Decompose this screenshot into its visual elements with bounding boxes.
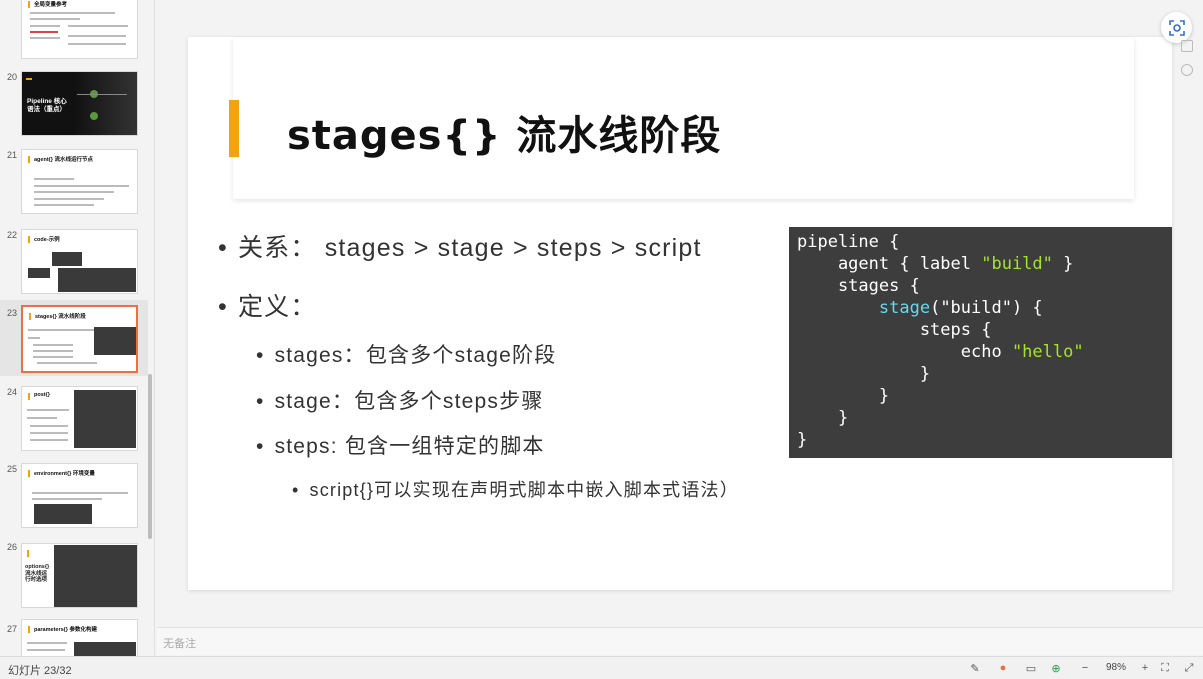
thumbnail-number: 26 <box>7 542 18 552</box>
notes-placeholder: 无备注 <box>163 638 196 650</box>
bullet-text: steps: 包含一组特定的脚本 <box>274 435 545 458</box>
bullet-text: script{}可以实现在声明式脚本中嵌入脚本式语法） <box>309 480 739 500</box>
thumbnail-title: parameters{} 参数化构建 <box>34 627 97 633</box>
code-line: } <box>797 386 890 406</box>
zoom-in-icon[interactable]: + <box>1138 661 1152 675</box>
bullet-text: stages：包含多个stage阶段 <box>274 344 557 367</box>
thumbnail-title: 全局变量参考 <box>34 2 68 8</box>
thumbnail-slide-23[interactable]: 23 stages{} 流水线阶段 <box>0 300 148 376</box>
presentation-app: 全局变量参考 20 Pipeline 核心语法（重点） 21 agent{} 流… <box>0 0 1203 679</box>
bullet-steps[interactable]: • steps: 包含一组特定的脚本 <box>256 430 545 460</box>
slide-thumbnail-panel[interactable]: 全局变量参考 20 Pipeline 核心语法（重点） 21 agent{} 流… <box>0 0 155 656</box>
settings-icon[interactable] <box>1181 64 1193 76</box>
thumbnail-image[interactable]: post{} <box>21 386 138 451</box>
thumbnail-slide-21[interactable]: 21 agent{} 流水线运行节点 <box>0 148 148 218</box>
bullet-relation[interactable]: • 关系： stages > stage > steps > script <box>218 228 702 264</box>
lens-glyph <box>1168 19 1185 36</box>
bullet-text: 定义： <box>237 293 317 321</box>
bullet-text: 关系： stages > stage > steps > script <box>237 234 702 262</box>
pen-icon[interactable]: ✎ <box>968 661 982 675</box>
code-function: stage <box>878 298 931 318</box>
code-line: pipeline { <box>797 232 900 252</box>
thumbnail-slide-19[interactable]: 全局变量参考 <box>0 0 148 65</box>
status-bar: 幻灯片 23/32 ✎ ● ▭ ⊕ − 98% + ⛶ ⤢ <box>0 656 1203 679</box>
thumbnail-number: 20 <box>7 72 18 82</box>
zoom-out-icon[interactable]: − <box>1078 661 1092 675</box>
zoom-level[interactable]: 98% <box>1106 662 1126 673</box>
bullet-text: stage：包含多个steps步骤 <box>274 390 544 413</box>
thumbnail-number: 22 <box>7 230 18 240</box>
code-line: } <box>1052 254 1074 274</box>
slide-counter: 幻灯片 23/32 <box>8 665 72 677</box>
code-line: echo <box>797 342 1012 362</box>
thumbnail-slide-22[interactable]: 22 code-示例 <box>0 228 148 298</box>
fullscreen-icon[interactable]: ⤢ <box>1182 661 1196 675</box>
code-line: ("build") { <box>930 298 1043 318</box>
screen-lens-icon[interactable] <box>1161 12 1192 43</box>
thumbnail-title: stages{} 流水线阶段 <box>35 314 86 320</box>
thumbnail-slide-25[interactable]: 25 environment{} 环境变量 <box>0 462 148 532</box>
thumbnail-title: Pipeline 核心语法（重点） <box>27 98 67 113</box>
code-line: } <box>797 408 849 428</box>
bullet-stage[interactable]: • stage：包含多个steps步骤 <box>256 385 544 415</box>
thumbnail-title: options{} 流水线运行时选项 <box>25 564 50 583</box>
code-line: agent { label <box>797 254 982 274</box>
thumbnail-number: 21 <box>7 150 18 160</box>
code-line: } <box>797 430 808 450</box>
current-slide[interactable]: stages{} 流水线阶段 • 关系： stages > stage > ste… <box>188 37 1172 590</box>
code-block[interactable]: pipeline { agent { label "build" } stage… <box>789 227 1172 458</box>
notes-pane[interactable]: 无备注 <box>157 627 1203 655</box>
thumbnail-number: 24 <box>7 387 18 397</box>
thumbnail-number: 25 <box>7 464 18 474</box>
thumbnail-slide-26[interactable]: 26 options{} 流水线运行时选项 <box>0 540 148 610</box>
thumbnail-image[interactable]: options{} 流水线运行时选项 <box>21 543 138 608</box>
code-line: steps { <box>797 320 992 340</box>
thumbnail-slide-20[interactable]: 20 Pipeline 核心语法（重点） <box>0 70 148 140</box>
slide-title[interactable]: stages{} 流水线阶段 <box>287 103 721 161</box>
thumbnail-number: 27 <box>7 624 18 634</box>
thumbnail-title: post{} <box>34 392 50 398</box>
code-line: stages { <box>797 276 920 296</box>
thumbnail-image[interactable]: parameters{} 参数化构建 <box>21 619 138 656</box>
thumbnail-image[interactable]: agent{} 流水线运行节点 <box>21 149 138 214</box>
title-accent-bar <box>229 100 239 157</box>
thumbnail-image[interactable]: 全局变量参考 <box>21 0 138 59</box>
bullet-definition[interactable]: • 定义： <box>218 287 317 323</box>
fit-slide-icon[interactable]: ⛶ <box>1158 661 1172 675</box>
thumbnail-image[interactable]: stages{} 流水线阶段 <box>21 305 138 373</box>
code-line: } <box>797 364 931 384</box>
thumbnail-slide-24[interactable]: 24 post{} <box>0 385 148 455</box>
code-string: "hello" <box>1011 342 1084 362</box>
play-icon[interactable]: ● <box>996 661 1010 675</box>
thumbnail-slide-27[interactable]: 27 parameters{} 参数化构建 <box>0 618 148 656</box>
comments-icon[interactable]: ▭ <box>1024 661 1038 675</box>
thumbnail-image[interactable]: environment{} 环境变量 <box>21 463 138 528</box>
thumbnail-title: environment{} 环境变量 <box>34 471 95 477</box>
thumbnail-title: agent{} 流水线运行节点 <box>34 157 93 163</box>
thumbnail-image[interactable]: Pipeline 核心语法（重点） <box>21 71 138 136</box>
bullet-script[interactable]: • script{}可以实现在声明式脚本中嵌入脚本式语法） <box>292 476 739 502</box>
thumbnail-scrollbar[interactable] <box>148 374 152 539</box>
layout-icon[interactable] <box>1181 40 1193 52</box>
code-string: "build" <box>981 254 1053 274</box>
thumbnail-image[interactable]: code-示例 <box>21 229 138 294</box>
grid-view-icon[interactable]: ⊕ <box>1049 661 1063 675</box>
bullet-stages[interactable]: • stages：包含多个stage阶段 <box>256 339 556 369</box>
thumbnail-number: 23 <box>7 308 18 318</box>
thumbnail-title: code-示例 <box>34 237 60 243</box>
